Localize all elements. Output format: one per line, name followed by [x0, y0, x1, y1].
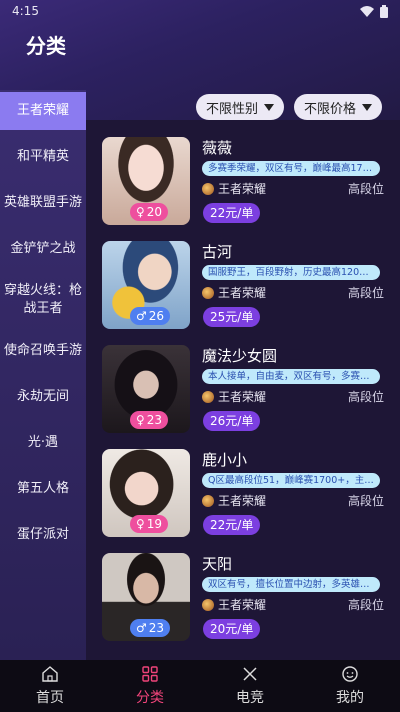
smiley-icon — [342, 666, 358, 682]
player-intro-tag: Q区最高段位51，巅峰赛1700+，主玩中… — [202, 473, 380, 488]
sidebar-item-codm[interactable]: 使命召唤手游 — [0, 332, 86, 370]
game-name: 王者荣耀 — [218, 182, 267, 196]
game-name: 王者荣耀 — [218, 598, 267, 612]
game-name: 王者荣耀 — [218, 286, 267, 300]
tab-mine[interactable]: 我的 — [300, 665, 400, 707]
rank-label: 高段位 — [347, 598, 384, 612]
sidebar-item-cf-mobile[interactable]: 穿越火线：枪战王者 — [0, 276, 86, 324]
player-card[interactable]: ♂ 26 古河 国服野王，百段野射，历史最高120星，… 王者荣耀 高段位 25元… — [102, 241, 384, 329]
bottom-tab-bar: 首页 分类 电竞 我的 — [0, 660, 400, 712]
tab-category-label: 分类 — [136, 690, 164, 706]
game-logo-icon — [202, 182, 214, 195]
sidebar-item-hpjy[interactable]: 和平精英 — [0, 138, 86, 176]
game-logo-icon — [202, 286, 214, 299]
price-badge: 22元/单 — [203, 203, 261, 223]
caret-down-icon — [362, 103, 372, 111]
price-filter[interactable]: 不限价格 — [293, 94, 382, 120]
home-icon — [42, 666, 58, 682]
sidebar-item-lol-mobile[interactable]: 英雄联盟手游 — [0, 184, 86, 222]
player-intro-tag: 国服野王，百段野射，历史最高120星，… — [202, 265, 380, 280]
player-card[interactable]: ♀ 23 魔法少女圆 本人接单，自由麦，双区有号，多赛季王… 王者荣耀 高段位 2… — [102, 345, 384, 433]
game-logo-icon — [202, 390, 214, 403]
rank-label: 高段位 — [347, 494, 384, 508]
price-filter-label: 不限价格 — [303, 101, 356, 117]
filter-bar: 不限性别 不限价格 — [195, 94, 382, 120]
price-badge: 25元/单 — [203, 307, 261, 327]
gender-age-badge: ♀ 19 — [130, 515, 169, 533]
tab-category[interactable]: 分类 — [100, 665, 200, 707]
game-logo-icon — [202, 598, 214, 611]
game-name: 王者荣耀 — [218, 390, 267, 404]
sidebar-item-eggy-party[interactable]: 蛋仔派对 — [0, 516, 86, 554]
player-intro-tag: 多赛季荣耀，双区有号，巅峰最高1752，… — [202, 161, 380, 176]
player-card[interactable]: ♀ 19 鹿小小 Q区最高段位51，巅峰赛1700+，主玩中… 王者荣耀 高段位 … — [102, 449, 384, 537]
gender-age-badge: ♂ 23 — [130, 619, 171, 637]
player-card[interactable]: ♂ 23 天阳 双区有号，擅长位置中边射，多英雄金标… 王者荣耀 高段位 20元/… — [102, 553, 384, 641]
rank-label: 高段位 — [347, 286, 384, 300]
tab-home-label: 首页 — [36, 690, 64, 706]
tab-esports[interactable]: 电竞 — [200, 665, 300, 707]
caret-down-icon — [263, 103, 274, 111]
game-logo-icon — [202, 494, 214, 507]
status-bar: 4:15 — [0, 0, 400, 22]
gender-age-badge: ♂ 26 — [130, 307, 171, 325]
sidebar-item-wzry[interactable]: 王者荣耀 — [0, 92, 86, 130]
gender-age-badge: ♀ 20 — [130, 203, 169, 221]
player-name: 薇薇 — [202, 139, 233, 157]
grid-icon — [142, 666, 158, 682]
price-badge: 22元/单 — [203, 515, 261, 535]
tab-home[interactable]: 首页 — [0, 665, 100, 707]
wifi-icon — [360, 6, 374, 17]
rank-label: 高段位 — [347, 390, 384, 404]
status-time: 4:15 — [12, 4, 39, 18]
gender-filter-label: 不限性别 — [205, 101, 258, 117]
category-sidebar: 王者荣耀 和平精英 英雄联盟手游 金铲铲之战 穿越火线：枪战王者 使命召唤手游 … — [0, 90, 86, 660]
gender-age-badge: ♀ 23 — [130, 411, 169, 429]
sidebar-item-sky[interactable]: 光·遇 — [0, 424, 86, 462]
sidebar-item-identity-v[interactable]: 第五人格 — [0, 470, 86, 508]
crossed-swords-icon — [243, 667, 257, 681]
rank-label: 高段位 — [347, 182, 384, 196]
game-name: 王者荣耀 — [218, 494, 267, 508]
price-badge: 26元/单 — [203, 411, 261, 431]
sidebar-item-jcc[interactable]: 金铲铲之战 — [0, 230, 86, 268]
player-name: 魔法少女圆 — [202, 347, 278, 365]
tab-mine-label: 我的 — [336, 690, 364, 706]
page-title: 分类 — [26, 34, 66, 58]
player-list: 不限性别 不限价格 ♀ 20 薇薇 多赛季荣耀，双区有号，巅峰最高1752，… 王… — [86, 90, 400, 660]
sidebar-item-naraka[interactable]: 永劫无间 — [0, 378, 86, 416]
player-name: 古河 — [202, 243, 233, 261]
price-badge: 20元/单 — [203, 619, 261, 639]
tab-esports-label: 电竞 — [236, 690, 264, 706]
player-name: 天阳 — [202, 555, 233, 573]
player-intro-tag: 本人接单，自由麦，双区有号，多赛季王… — [202, 369, 380, 384]
player-card[interactable]: ♀ 20 薇薇 多赛季荣耀，双区有号，巅峰最高1752，… 王者荣耀 高段位 22… — [102, 137, 384, 225]
player-name: 鹿小小 — [202, 451, 248, 469]
gender-filter[interactable]: 不限性别 — [195, 94, 284, 120]
battery-icon — [380, 4, 388, 18]
player-intro-tag: 双区有号，擅长位置中边射，多英雄金标… — [202, 577, 380, 592]
